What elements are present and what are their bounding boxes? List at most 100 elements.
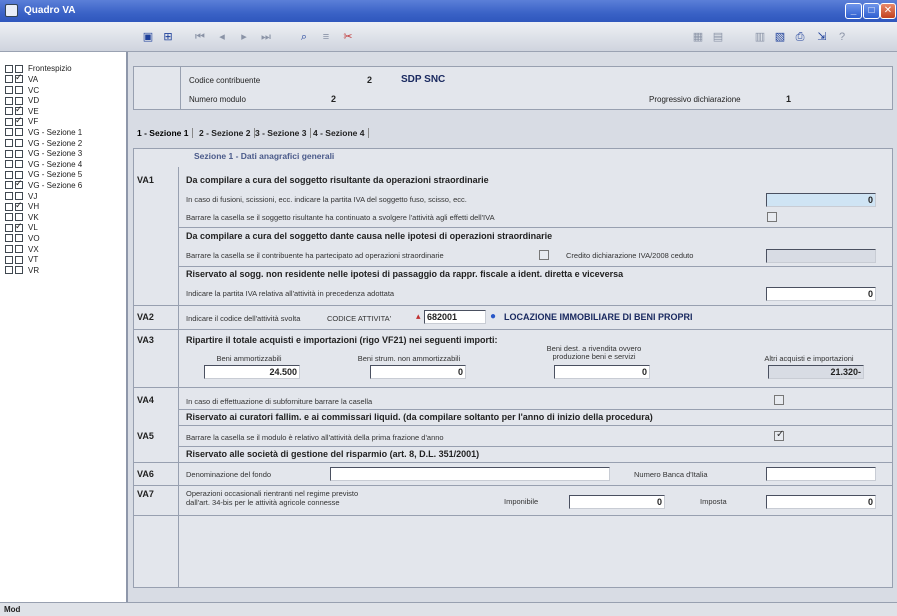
- first-record-icon[interactable]: ⏮: [192, 29, 208, 45]
- minimize-button[interactable]: _: [845, 3, 862, 19]
- tab-sezione-1[interactable]: 1 - Sezione 1: [137, 128, 193, 138]
- va4-checkbox[interactable]: [774, 395, 784, 405]
- tab-sezione-2[interactable]: 2 - Sezione 2: [199, 128, 255, 138]
- sidebar-box-icon: [5, 213, 13, 222]
- va3-heading: Ripartire il totale acquisti e importazi…: [186, 335, 498, 345]
- sidebar-checkbox[interactable]: [15, 115, 23, 126]
- sidebar-item[interactable]: VO: [5, 234, 40, 245]
- last-record-icon[interactable]: ⏭: [258, 29, 274, 45]
- sidebar-checkbox[interactable]: [15, 139, 23, 148]
- sidebar-item[interactable]: VF: [5, 115, 38, 128]
- maximize-button[interactable]: □: [863, 3, 880, 19]
- codice-attivita-field[interactable]: 682001: [424, 310, 486, 324]
- imponibile-label: Imponibile: [504, 497, 539, 506]
- sidebar-item[interactable]: VH: [5, 200, 39, 213]
- va1-line2: Barrare la casella se il soggetto risult…: [186, 213, 495, 222]
- va5-code: VA5: [137, 431, 154, 441]
- sidebar-item[interactable]: VC: [5, 85, 39, 96]
- va1-continuato-checkbox[interactable]: [767, 212, 777, 222]
- imponibile-field[interactable]: 0: [569, 495, 665, 509]
- sidebar-item[interactable]: VG - Sezione 1: [5, 128, 82, 139]
- previous-record-icon[interactable]: ◂: [214, 29, 230, 45]
- sidebar-item-label: VG - Sezione 1: [28, 127, 83, 137]
- va6-code: VA6: [137, 469, 154, 479]
- filter-icon[interactable]: ≡: [318, 29, 334, 45]
- help-icon[interactable]: ?: [834, 29, 850, 45]
- va1-line1: In caso di fusioni, scissioni, ecc. indi…: [186, 195, 467, 204]
- sidebar-box-icon: [5, 245, 13, 254]
- tab-sezione-3[interactable]: 3 - Sezione 3: [255, 128, 311, 138]
- tools-icon[interactable]: ✂: [340, 29, 356, 45]
- beni-ammortizzabili-field[interactable]: 24.500: [204, 365, 300, 379]
- sidebar-checkbox[interactable]: [15, 128, 23, 137]
- sidebar-box-icon: [5, 117, 13, 126]
- status-bar: Mod: [0, 602, 897, 616]
- sidebar-checkbox[interactable]: [15, 149, 23, 158]
- va6-line: Denominazione del fondo: [186, 470, 272, 479]
- sidebar-checkbox[interactable]: [15, 245, 23, 254]
- sidebar-box-icon: [5, 86, 13, 95]
- sidebar-checkbox[interactable]: [15, 266, 23, 275]
- sidebar-checkbox[interactable]: [15, 178, 23, 190]
- sidebar-checkbox[interactable]: [15, 200, 23, 211]
- sidebar-item[interactable]: VG - Sezione 2: [5, 138, 82, 149]
- sidebar-item[interactable]: VG - Sezione 3: [5, 149, 82, 160]
- separator: [134, 515, 893, 516]
- header-fields: Codice contribuente 2 SDP SNC Numero mod…: [180, 67, 892, 109]
- sidebar-item[interactable]: VT: [5, 255, 38, 266]
- dante-checkbox[interactable]: [539, 250, 549, 260]
- denominazione-fondo-field[interactable]: [330, 467, 610, 481]
- section-1-panel: Sezione 1 - Dati anagrafici generali VA1…: [133, 148, 893, 588]
- beni-strumentali-field[interactable]: 0: [370, 365, 466, 379]
- sidebar-checkbox[interactable]: [15, 221, 23, 232]
- credito-field[interactable]: [766, 249, 876, 263]
- document-icon[interactable]: ▧: [772, 29, 788, 45]
- beni-ammortizzabili-label: Beni ammortizzabili: [216, 354, 282, 363]
- save-icon[interactable]: ▣: [140, 29, 156, 45]
- sidebar-box-icon: [5, 223, 13, 232]
- sidebar-item[interactable]: VG - Sezione 6: [5, 178, 82, 192]
- new-record-icon[interactable]: ⊞: [160, 29, 176, 45]
- sidebar-item[interactable]: VX: [5, 244, 39, 255]
- sidebar-item-label: VK: [28, 212, 39, 222]
- status-mod: Mod: [4, 605, 21, 614]
- calc-icon[interactable]: ▥: [752, 29, 768, 45]
- banca-italia-field[interactable]: [766, 467, 876, 481]
- sidebar-box-icon: [5, 234, 13, 243]
- next-record-icon[interactable]: ▸: [236, 29, 252, 45]
- export-icon[interactable]: ⇲: [814, 29, 830, 45]
- sidebar-checkbox[interactable]: [15, 234, 23, 243]
- separator: [179, 409, 893, 410]
- sidebar-item-label: VA: [28, 74, 39, 84]
- va5-checkbox[interactable]: [774, 429, 784, 441]
- print-icon[interactable]: ⎙: [792, 29, 808, 45]
- sidebar-checkbox[interactable]: [15, 86, 23, 95]
- sidebar-item-label: Frontespizio: [28, 64, 72, 74]
- sidebar-checkbox[interactable]: [15, 255, 23, 264]
- find-icon[interactable]: ⌕: [296, 29, 312, 45]
- separator: [134, 485, 893, 486]
- non-residente-partita-iva-field[interactable]: 0: [766, 287, 876, 301]
- column-divider: [178, 167, 179, 587]
- numero-modulo-label: Numero modulo: [189, 95, 246, 104]
- beni-destinati-field[interactable]: 0: [554, 365, 650, 379]
- sidebar-checkbox[interactable]: [15, 160, 23, 169]
- va1-partita-iva-field[interactable]: 0: [766, 193, 876, 207]
- tab-sezione-4[interactable]: 4 - Sezione 4: [313, 128, 369, 138]
- grid-icon[interactable]: ▦: [690, 29, 706, 45]
- lookup-icon[interactable]: ●: [490, 311, 496, 322]
- list-icon[interactable]: ▤: [710, 29, 726, 45]
- sidebar-box-icon: [5, 128, 13, 137]
- sidebar-item[interactable]: VL: [5, 221, 38, 234]
- va4-line: In caso di effettuazione di subforniture…: [186, 397, 373, 406]
- sidebar-box-icon: [5, 170, 13, 179]
- window-titlebar: Quadro VA _ □ ✕: [0, 0, 897, 22]
- close-button[interactable]: ✕: [880, 3, 896, 19]
- sidebar-item[interactable]: VA: [5, 72, 39, 86]
- sidebar-item[interactable]: VG - Sezione 4: [5, 159, 82, 170]
- sidebar-checkbox[interactable]: [15, 72, 23, 84]
- codice-attivita-label: CODICE ATTIVITA': [327, 314, 392, 323]
- imposta-field[interactable]: 0: [766, 495, 876, 509]
- sidebar-item[interactable]: VR: [5, 265, 39, 276]
- imposta-label: Imposta: [700, 497, 727, 506]
